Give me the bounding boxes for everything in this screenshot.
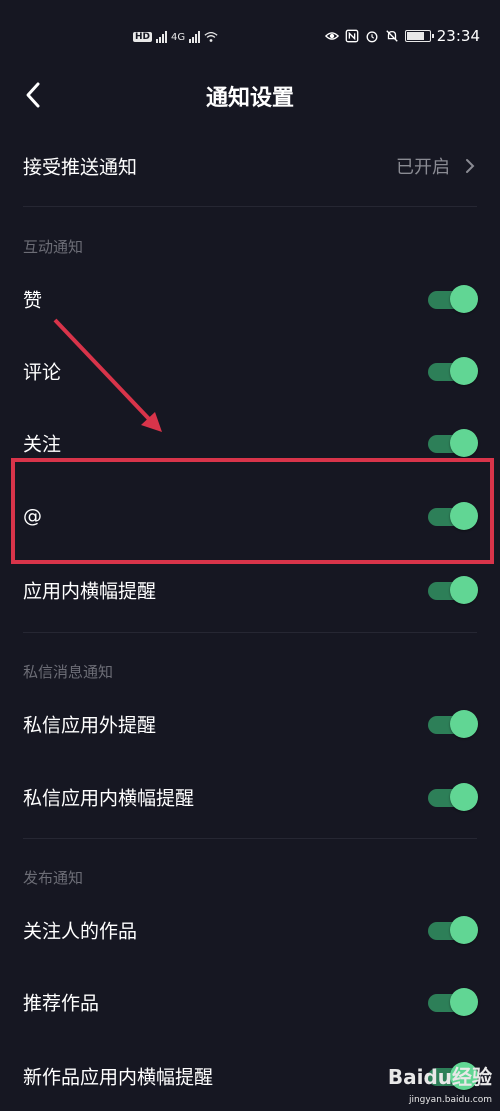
baidu-watermark: Baidu经验 jingyan.baidu.com [372,1059,492,1105]
setting-row-recommended-works: 推荐作品 [0,977,500,1027]
setting-label: 私信应用内横幅提醒 [23,787,195,810]
status-left: HD 4G [133,30,218,44]
signal-icon-2 [189,31,201,43]
wifi-icon [204,31,218,42]
nav-header: 通知设置 [0,76,500,116]
network-type: 4G [171,31,186,43]
in-app-banner-toggle[interactable] [428,575,478,605]
signal-icon [156,31,168,43]
divider [23,838,477,839]
setting-row-comment: 评论 [0,346,500,396]
section-title-messages: 私信消息通知 [23,663,114,681]
status-bar: HD 4G 23:34 [0,0,500,76]
setting-label: 推荐作品 [23,992,100,1015]
follow-toggle[interactable] [428,428,478,458]
setting-label: 私信应用外提醒 [23,714,157,737]
recommended-works-toggle[interactable] [428,987,478,1017]
hd-badge: HD [133,32,153,42]
setting-row-like: 赞 [0,274,500,324]
setting-label: 关注 [23,433,62,456]
alarm-icon [366,31,378,43]
dm-in-app-toggle[interactable] [428,782,478,812]
chevron-right-icon [466,159,475,173]
setting-label: 应用内横幅提醒 [23,580,157,603]
setting-row-in-app-banner: 应用内横幅提醒 [0,565,500,615]
push-notification-row[interactable]: 接受推送通知 已开启 [0,141,500,191]
setting-label: 新作品应用内横幅提醒 [23,1066,214,1089]
comment-toggle[interactable] [428,356,478,386]
like-toggle[interactable] [428,284,478,314]
battery-icon [404,30,434,42]
mute-bell-icon [386,30,398,42]
section-title-interaction: 互动通知 [23,238,84,256]
setting-row-dm-in-app: 私信应用内横幅提醒 [0,772,500,822]
watermark-brand: Baidu经验 [387,1065,492,1089]
divider [23,206,477,207]
section-title-publish: 发布通知 [23,869,84,887]
setting-label: 关注人的作品 [23,920,138,943]
nfc-icon [345,29,359,43]
dm-outside-toggle[interactable] [428,709,478,739]
setting-row-dm-outside: 私信应用外提醒 [0,699,500,749]
followed-works-toggle[interactable] [428,915,478,945]
setting-row-followed-works: 关注人的作品 [0,905,500,955]
eye-icon [324,32,339,40]
divider [23,632,477,633]
clock: 23:34 [436,27,480,45]
page-title: 通知设置 [205,86,294,111]
setting-label: 赞 [23,289,43,312]
push-notification-label: 接受推送通知 [23,156,138,179]
push-notification-status: 已开启 [396,157,450,178]
watermark-url: jingyan.baidu.com [408,1095,492,1105]
status-right: 23:34 [324,27,480,45]
highlight-box [11,458,494,564]
setting-label: 评论 [23,361,62,384]
